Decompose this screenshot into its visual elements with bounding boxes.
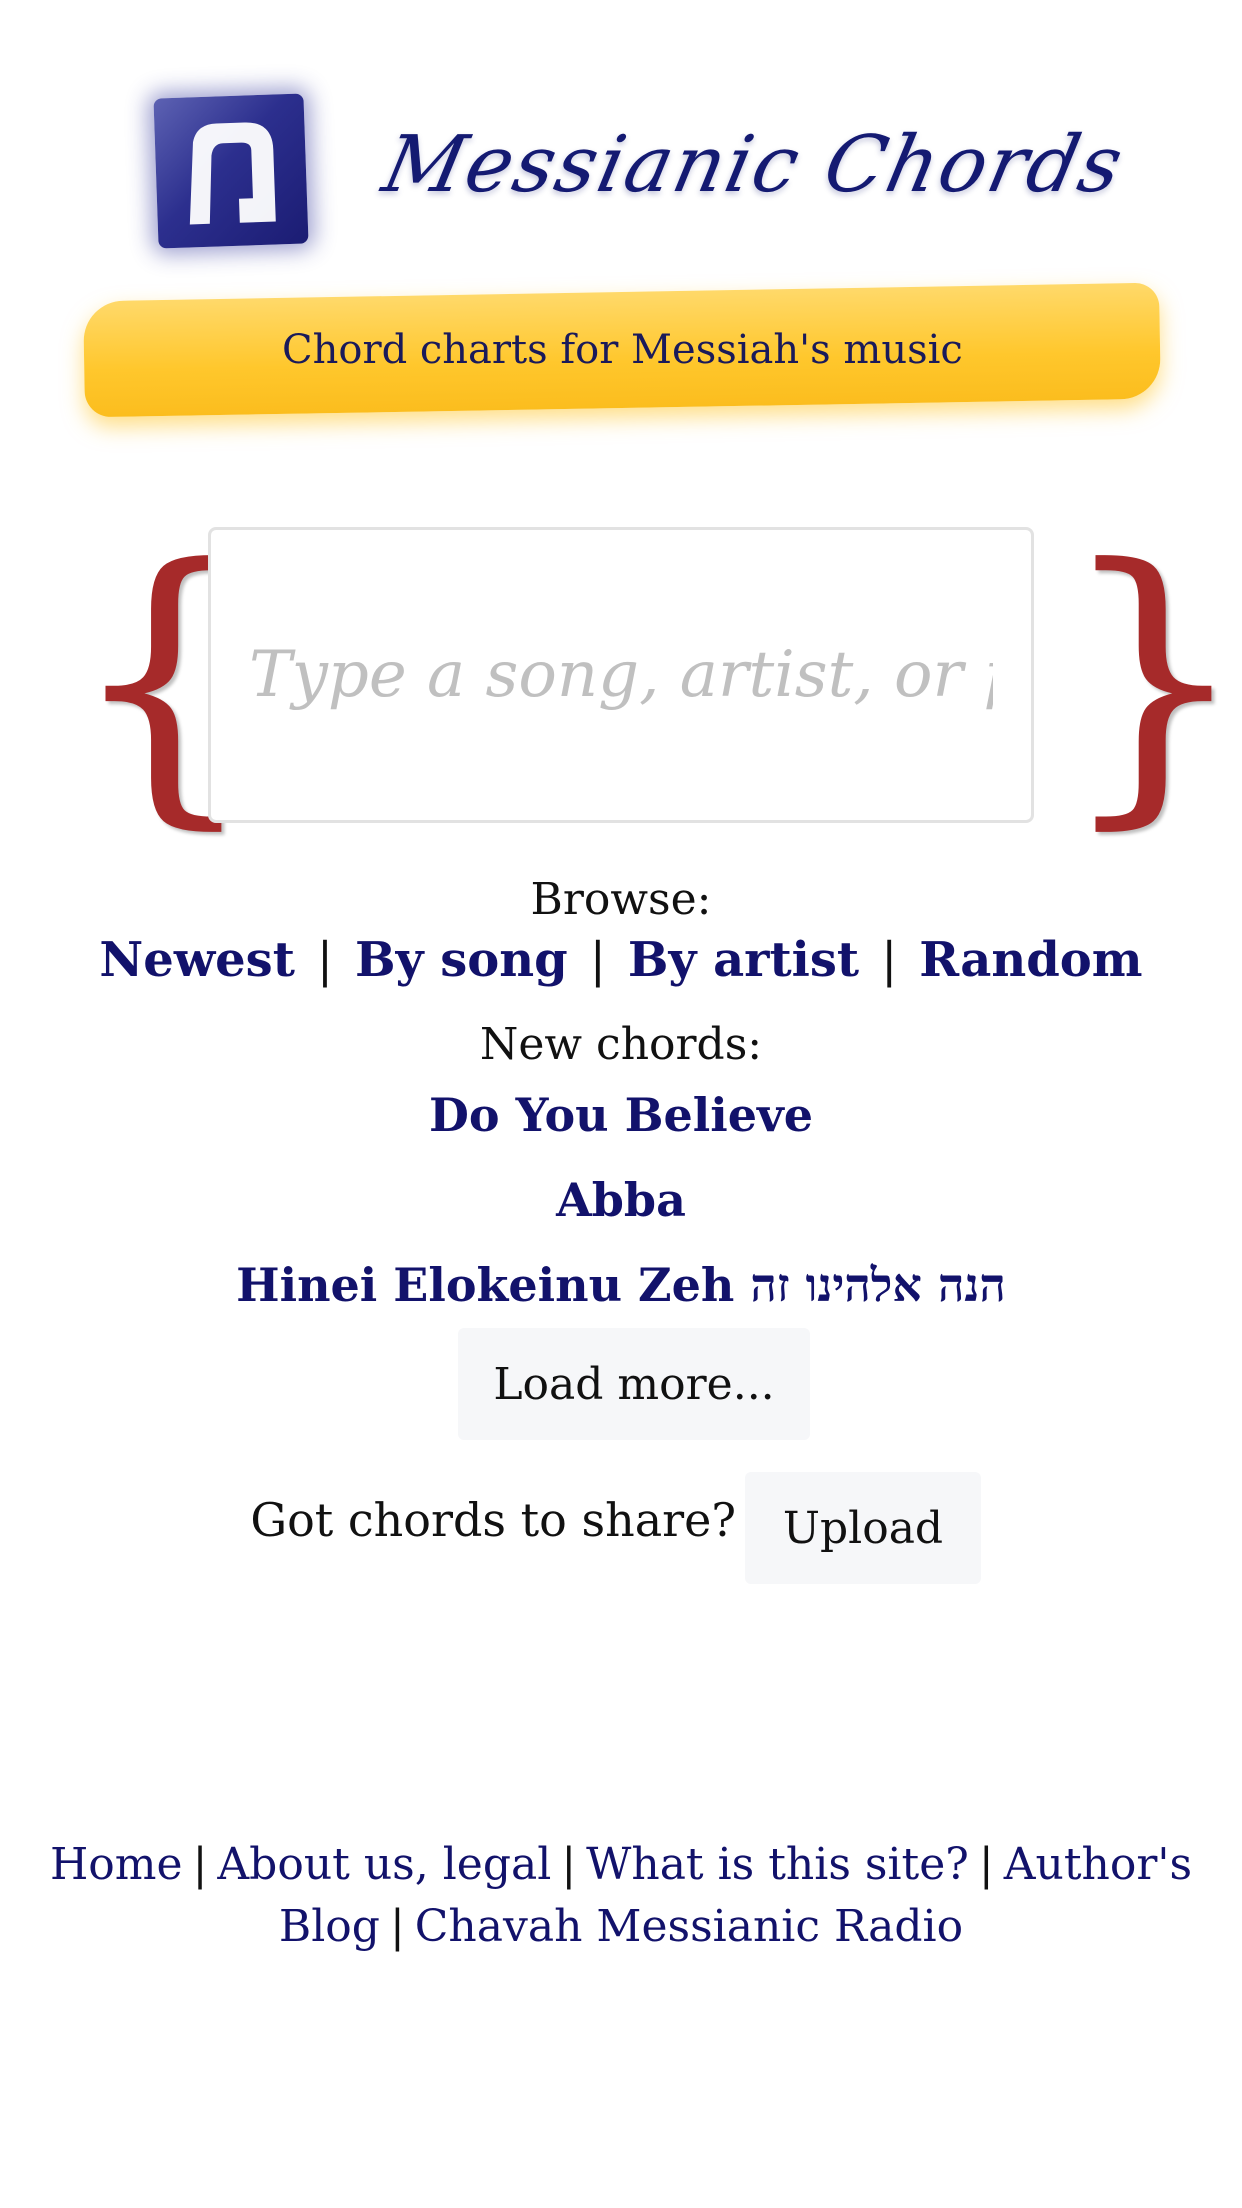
left-brace-decoration: { xyxy=(68,505,259,854)
footer-nav: Home | About us, legal | What is this site? |… xyxy=(40,1834,1202,1958)
footer-about-link[interactable]: About us, legal xyxy=(217,1839,551,1890)
search-box[interactable] xyxy=(208,527,1034,823)
browse-random-link[interactable]: Random xyxy=(919,932,1142,988)
new-chords-label: New chords: xyxy=(479,1019,763,1070)
new-song-item: Hinei Elokeinu Zeh הנה אלהינו זה xyxy=(0,1255,1242,1315)
tagline-text: Chord charts for Messiah's music xyxy=(281,327,963,373)
footer-separator: | xyxy=(389,1901,405,1952)
new-song-link[interactable]: Hinei Elokeinu Zeh הנה אלהינו זה xyxy=(236,1258,1006,1312)
search-input[interactable] xyxy=(249,638,993,712)
new-song-link[interactable]: Do You Believe xyxy=(429,1088,813,1142)
footer-what-is-this-link[interactable]: What is this site? xyxy=(586,1839,969,1890)
footer-separator: | xyxy=(978,1839,994,1890)
load-more-button[interactable]: Load more... xyxy=(458,1328,810,1440)
browse-by-artist-link[interactable]: By artist xyxy=(628,932,859,988)
browse-separator: | xyxy=(316,932,334,988)
tagline-banner: Chord charts for Messiah's music xyxy=(83,282,1161,418)
footer-radio-link[interactable]: Chavah Messianic Radio xyxy=(415,1901,963,1952)
browse-links: Newest | By song | By artist | Random xyxy=(0,930,1242,990)
mem-letter-icon xyxy=(189,122,276,225)
new-song-item: Abba xyxy=(0,1170,1242,1230)
footer-home-link[interactable]: Home xyxy=(50,1839,183,1890)
right-brace-decoration: } xyxy=(1058,505,1242,854)
logo[interactable] xyxy=(153,93,309,249)
footer-separator: | xyxy=(192,1839,208,1890)
browse-separator: | xyxy=(589,932,606,988)
browse-by-song-link[interactable]: By song xyxy=(355,932,568,988)
browse-newest-link[interactable]: Newest xyxy=(99,932,294,988)
upload-button[interactable]: Upload xyxy=(745,1472,981,1584)
new-song-link[interactable]: Abba xyxy=(556,1173,686,1227)
site-title[interactable]: Messianic Chords xyxy=(371,100,1131,230)
share-prompt: Got chords to share? xyxy=(250,1493,736,1547)
browse-label: Browse: xyxy=(530,874,712,925)
new-song-item: Do You Believe xyxy=(0,1085,1242,1145)
footer-separator: | xyxy=(561,1839,577,1890)
browse-separator: | xyxy=(881,932,898,988)
